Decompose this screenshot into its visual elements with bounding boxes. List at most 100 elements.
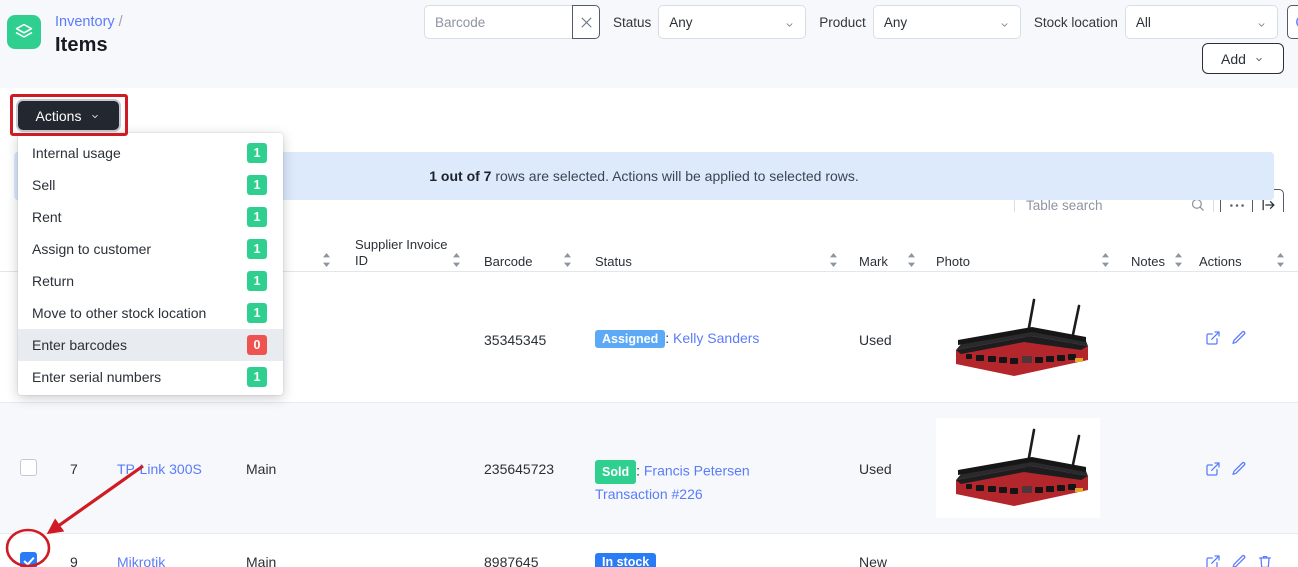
cell-id: 9 [70, 554, 78, 567]
external-link-icon[interactable] [1205, 330, 1221, 346]
breadcrumb-separator: / [118, 14, 123, 30]
close-icon[interactable] [572, 5, 600, 39]
breadcrumb-link-inventory[interactable]: Inventory [55, 14, 115, 30]
menu-item-move-to-other-stock-location[interactable]: Move to other stock location 1 [18, 297, 283, 329]
menu-item-return[interactable]: Return 1 [18, 265, 283, 297]
add-button-label: Add [1221, 50, 1246, 67]
menu-item-label: Rent [32, 209, 62, 225]
menu-item-count: 1 [247, 143, 267, 163]
column-header-supplier-invoice-id[interactable]: Supplier Invoice ID [355, 237, 450, 270]
menu-item-label: Return [32, 273, 75, 289]
column-header-notes[interactable]: Notes [1131, 254, 1165, 270]
actions-button[interactable]: Actions [18, 101, 119, 130]
status-badge: Sold [595, 460, 637, 484]
sort-icon[interactable] [322, 253, 331, 272]
refresh-icon[interactable] [1286, 5, 1298, 39]
cell-mark: New [859, 554, 888, 567]
sort-icon[interactable] [907, 253, 916, 272]
menu-item-count: 1 [247, 367, 267, 387]
status-transaction-link[interactable]: Transaction #226 [595, 486, 703, 502]
router-photo [936, 418, 1100, 518]
selection-banner-text: rows are selected. Actions will be appli… [491, 168, 859, 184]
menu-item-label: Internal usage [32, 145, 121, 161]
selection-count: 1 out of 7 [429, 168, 492, 184]
status-badge: In stock [595, 553, 657, 567]
menu-item-count: 1 [247, 303, 267, 323]
cell-location: Main [246, 461, 277, 477]
actions-button-label: Actions [35, 107, 82, 124]
cell-barcode: 8987645 [484, 554, 539, 567]
delete-icon[interactable] [1257, 554, 1273, 567]
cell-photo[interactable] [936, 288, 1100, 388]
status-person-link[interactable]: Francis Petersen [644, 463, 750, 479]
cell-barcode: 35345345 [484, 332, 547, 348]
actions-dropdown-menu: Internal usage 1 Sell 1 Rent 1 Assign to… [18, 133, 283, 395]
sort-icon[interactable] [563, 253, 572, 272]
chevron-down-icon [783, 18, 796, 33]
menu-item-count: 0 [247, 335, 267, 355]
sort-icon[interactable] [829, 253, 838, 272]
status-separator: : [636, 462, 640, 479]
menu-item-count: 1 [247, 175, 267, 195]
cell-actions [1205, 461, 1247, 477]
stock-location-filter-select[interactable]: All [1124, 5, 1278, 39]
chevron-down-icon [1253, 51, 1265, 67]
column-header-barcode[interactable]: Barcode [484, 254, 532, 270]
breadcrumb: Inventory / [55, 14, 123, 30]
menu-item-label: Move to other stock location [32, 305, 207, 321]
stock-location-filter-label: Stock location [1033, 14, 1118, 30]
product-filter-value: Any [883, 14, 908, 30]
column-header-photo[interactable]: Photo [936, 254, 970, 270]
menu-item-internal-usage[interactable]: Internal usage 1 [18, 137, 283, 169]
status-filter-select[interactable]: Any [658, 5, 807, 39]
sort-icon[interactable] [452, 253, 461, 272]
status-person-link[interactable]: Kelly Sanders [673, 330, 759, 346]
row-checkbox[interactable] [20, 459, 37, 479]
row-checkbox[interactable] [20, 552, 37, 567]
edit-icon[interactable] [1231, 330, 1247, 346]
layers-icon [7, 15, 41, 49]
barcode-filter [424, 5, 600, 39]
column-header-status[interactable]: Status [595, 254, 632, 270]
menu-item-count: 1 [247, 239, 267, 259]
edit-icon[interactable] [1231, 554, 1247, 567]
chevron-down-icon [998, 18, 1011, 33]
sort-icon[interactable] [1101, 253, 1110, 272]
cell-photo[interactable] [936, 418, 1100, 518]
add-button[interactable]: Add [1202, 43, 1284, 74]
cell-id: 7 [70, 461, 78, 477]
page-header: Inventory/ Items Status Any Product [0, 0, 1298, 88]
edit-icon[interactable] [1231, 461, 1247, 477]
cell-status: In stock [595, 553, 657, 567]
cell-status: Sold: Francis Petersen Transaction #226 [595, 460, 750, 504]
page-title: Items [55, 34, 108, 56]
menu-item-enter-serial-numbers[interactable]: Enter serial numbers 1 [18, 361, 283, 393]
chevron-down-icon [1255, 18, 1268, 33]
external-link-icon[interactable] [1205, 554, 1221, 567]
table-row[interactable]: 9 Mikrotik Main 8987645 In stock New [0, 534, 1298, 567]
column-header-actions[interactable]: Actions [1199, 254, 1242, 270]
sort-icon[interactable] [1276, 253, 1285, 272]
cell-product-link[interactable]: TP-Link 300S [117, 461, 202, 477]
menu-item-label: Enter serial numbers [32, 369, 162, 385]
cell-actions [1205, 554, 1273, 567]
menu-item-label: Enter barcodes [32, 337, 127, 353]
status-filter-value: Any [669, 14, 693, 30]
cell-barcode: 235645723 [484, 461, 555, 477]
table-row[interactable]: 7 TP-Link 300S Main 235645723 Sold: Fran… [0, 403, 1298, 534]
menu-item-rent[interactable]: Rent 1 [18, 201, 283, 233]
external-link-icon[interactable] [1205, 461, 1221, 477]
cell-product-link[interactable]: Mikrotik [117, 554, 165, 567]
chevron-down-icon [89, 108, 101, 124]
menu-item-label: Sell [32, 177, 56, 193]
menu-item-count: 1 [247, 271, 267, 291]
menu-item-enter-barcodes[interactable]: Enter barcodes 0 [18, 329, 283, 361]
product-filter-select[interactable]: Any [872, 5, 1021, 39]
product-filter-label: Product [819, 14, 866, 30]
sort-icon[interactable] [1174, 253, 1183, 272]
barcode-input[interactable] [424, 5, 572, 39]
menu-item-count: 1 [247, 207, 267, 227]
menu-item-assign-to-customer[interactable]: Assign to customer 1 [18, 233, 283, 265]
menu-item-sell[interactable]: Sell 1 [18, 169, 283, 201]
column-header-mark[interactable]: Mark [859, 254, 888, 270]
